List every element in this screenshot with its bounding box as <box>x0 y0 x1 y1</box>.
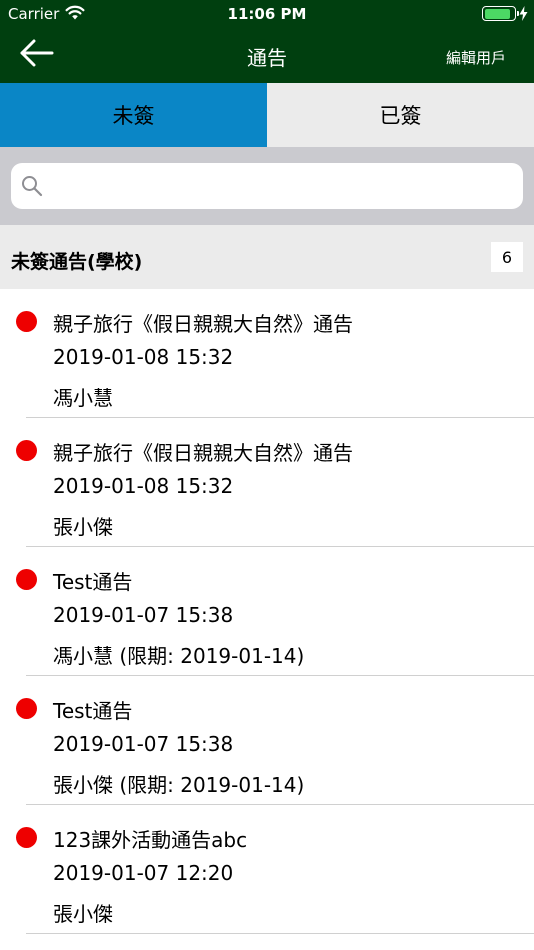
notice-item[interactable]: 123課外活動通告abc 2019-01-07 12:20 張小傑 <box>0 805 534 934</box>
notice-title: Test通告 <box>53 570 133 594</box>
tab-signed[interactable]: 已簽 <box>267 83 534 147</box>
battery-icon <box>482 6 516 21</box>
navigation-bar: 通告 編輯用戶 <box>0 28 534 83</box>
section-header: 未簽通告(學校) 6 <box>0 225 534 289</box>
notice-datetime: 2019-01-07 15:38 <box>53 603 234 627</box>
notice-title: Test通告 <box>53 699 133 723</box>
notice-title: 123課外活動通告abc <box>53 828 248 852</box>
search-input[interactable] <box>51 163 511 209</box>
section-title: 未簽通告(學校) <box>11 251 143 273</box>
notice-datetime: 2019-01-07 12:20 <box>53 861 234 885</box>
status-time: 11:06 PM <box>227 5 307 23</box>
notice-title: 親子旅行《假日親親大自然》通告 <box>53 441 353 465</box>
unread-dot-icon <box>16 440 37 461</box>
notice-title: 親子旅行《假日親親大自然》通告 <box>53 312 353 336</box>
notice-datetime: 2019-01-08 15:32 <box>53 474 234 498</box>
search-icon <box>21 175 43 201</box>
notice-datetime: 2019-01-08 15:32 <box>53 345 234 369</box>
notice-author: 張小傑 <box>53 902 113 926</box>
notice-author: 馮小慧 (限期: 2019-01-14) <box>53 644 305 668</box>
notice-author: 張小傑 <box>53 515 113 539</box>
unread-dot-icon <box>16 698 37 719</box>
notice-item[interactable]: 親子旅行《假日親親大自然》通告 2019-01-08 15:32 馮小慧 <box>0 289 534 418</box>
notice-item[interactable]: 親子旅行《假日親親大自然》通告 2019-01-08 15:32 張小傑 <box>0 418 534 547</box>
charging-bolt-icon <box>519 6 528 25</box>
tab-bar: 未簽 已簽 <box>0 83 534 147</box>
notice-item[interactable]: Test通告 2019-01-07 15:38 張小傑 (限期: 2019-01… <box>0 676 534 805</box>
notice-author: 馮小慧 <box>53 386 113 410</box>
search-bar <box>0 147 534 225</box>
notice-list: 親子旅行《假日親親大自然》通告 2019-01-08 15:32 馮小慧 親子旅… <box>0 289 534 934</box>
unread-dot-icon <box>16 569 37 590</box>
divider <box>26 933 534 934</box>
notice-count-badge: 6 <box>491 242 523 272</box>
status-bar: Carrier 11:06 PM <box>0 0 534 28</box>
tab-unsigned[interactable]: 未簽 <box>0 83 267 147</box>
notice-item[interactable]: Test通告 2019-01-07 15:38 馮小慧 (限期: 2019-01… <box>0 547 534 676</box>
search-box[interactable] <box>11 163 523 209</box>
notice-author: 張小傑 (限期: 2019-01-14) <box>53 773 305 797</box>
unread-dot-icon <box>16 827 37 848</box>
unread-dot-icon <box>16 311 37 332</box>
edit-user-button[interactable]: 編輯用戶 <box>446 47 506 68</box>
notice-datetime: 2019-01-07 15:38 <box>53 732 234 756</box>
